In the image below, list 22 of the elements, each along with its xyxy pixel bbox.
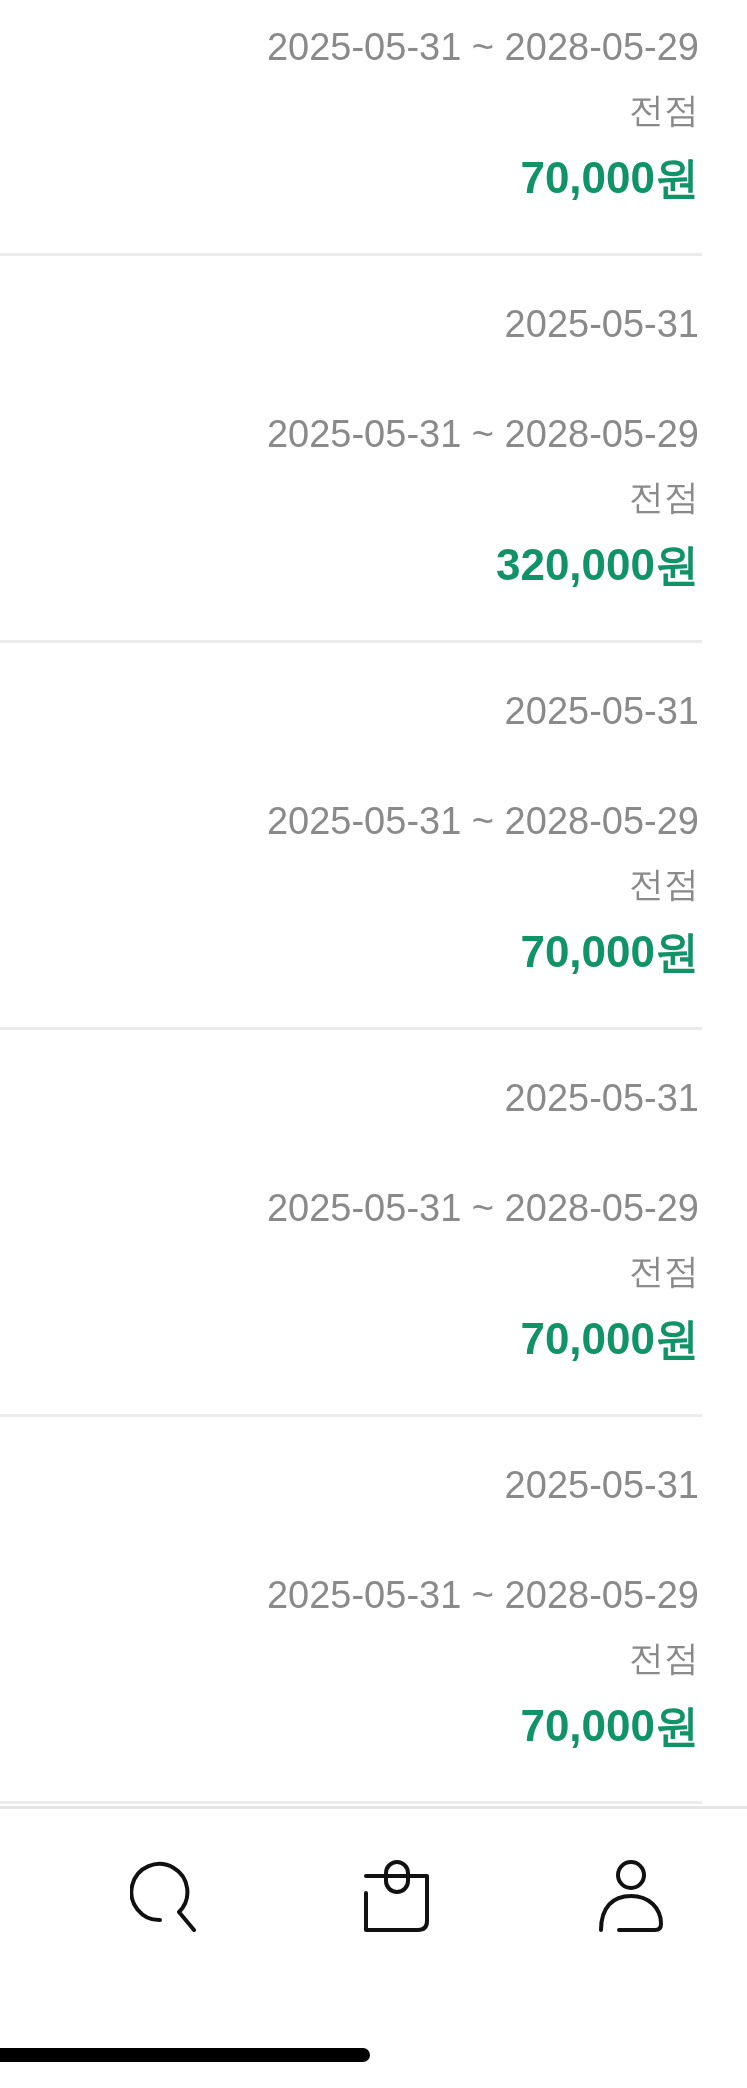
shopping-bag-icon (364, 1860, 430, 1932)
validity-period-text: 2025-05-31 ~ 2028-05-29 (266, 1186, 699, 1231)
issue-date-text: 2025-05-31 (504, 689, 699, 734)
validity-period-text: 2025-05-31 ~ 2028-05-29 (266, 799, 699, 844)
store-scope-text: 전점 (629, 89, 699, 131)
search-icon (130, 1860, 196, 1932)
issue-date-text: 2025-05-31 (504, 302, 699, 347)
validity-period-text: 2025-05-31 ~ 2028-05-29 (266, 25, 699, 70)
store-scope-text: 전점 (629, 1250, 699, 1292)
store-scope-text: 전점 (629, 476, 699, 518)
issue-date-text: 2025-05-31 (504, 1463, 699, 1508)
person-icon (598, 1860, 664, 1932)
store-scope-text: 전점 (629, 1637, 699, 1679)
amount-text: 70,000원 (520, 152, 699, 204)
amount-text: 320,000원 (495, 539, 699, 591)
amount-text: 70,000원 (520, 1313, 699, 1365)
issue-date-text: 2025-05-31 (504, 1076, 699, 1121)
validity-period-text: 2025-05-31 ~ 2028-05-29 (266, 412, 699, 457)
validity-period-text: 2025-05-31 ~ 2028-05-29 (266, 1573, 699, 1618)
store-scope-text: 전점 (629, 863, 699, 905)
amount-text: 70,000원 (520, 926, 699, 978)
amount-text: 70,000원 (520, 1700, 699, 1752)
